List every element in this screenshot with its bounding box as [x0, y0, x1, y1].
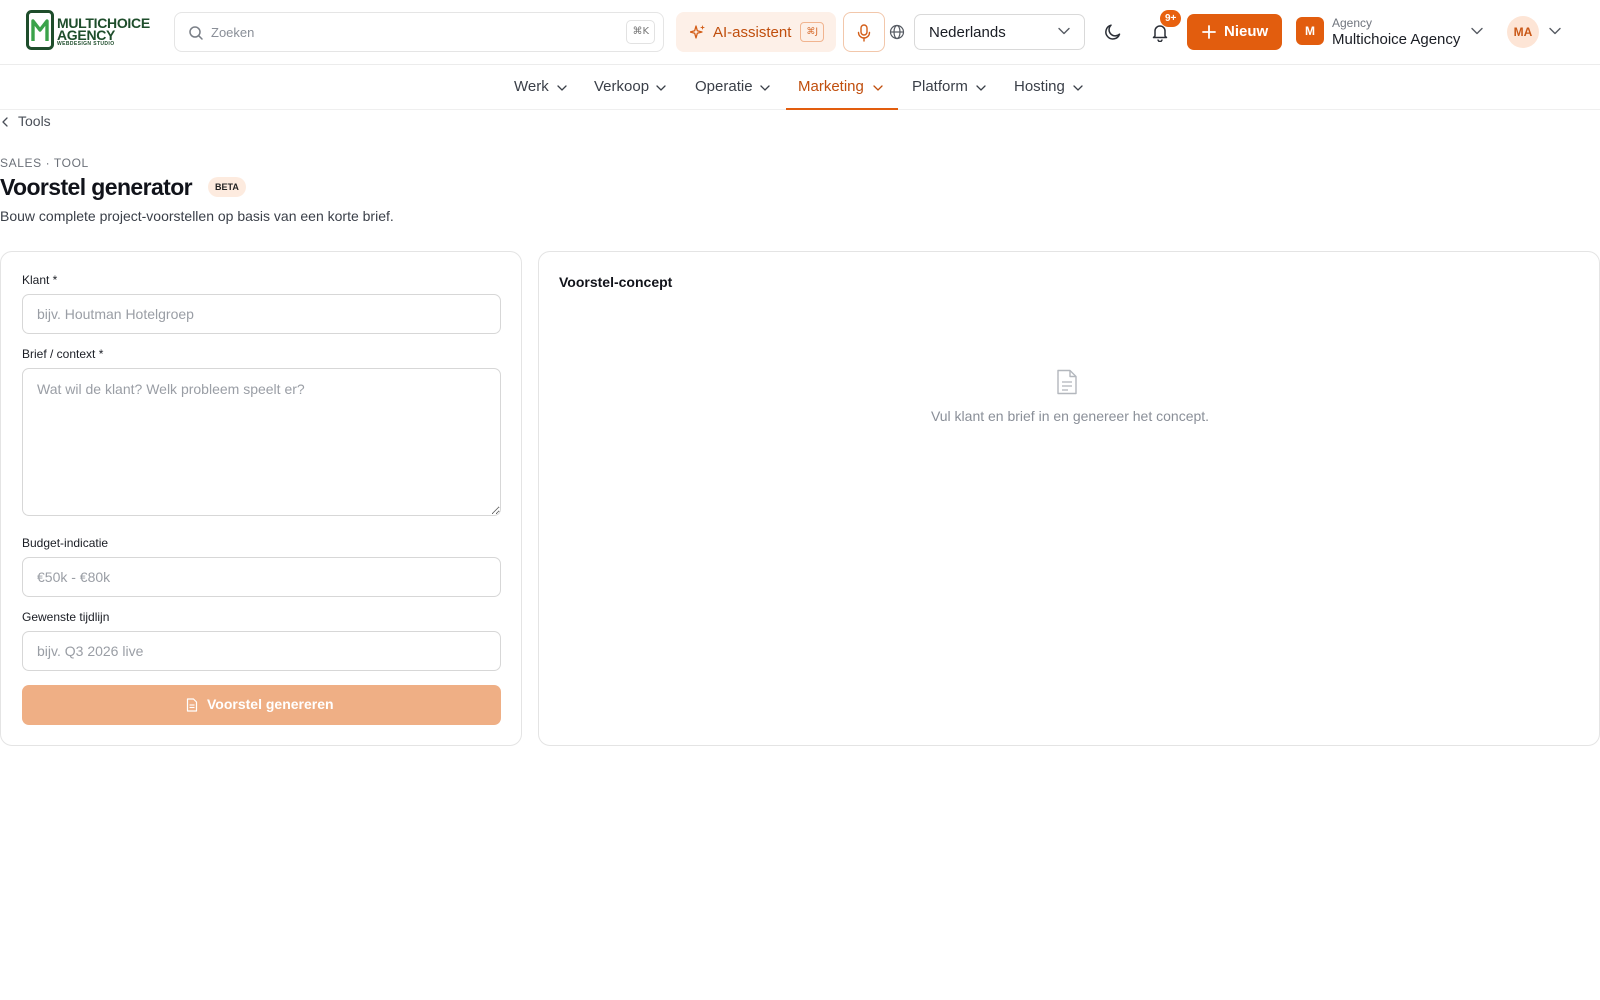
- microphone-icon: [857, 24, 871, 42]
- brand-line-3: WEBDESIGN STUDIO: [57, 41, 115, 47]
- nav-item-marketing[interactable]: Marketing: [786, 65, 898, 110]
- empty-state-message: Vul klant en brief in en genereer het co…: [930, 408, 1210, 424]
- brand-logo[interactable]: MULTICHOICE AGENCY WEBDESIGN STUDIO: [26, 10, 158, 52]
- ai-assistant-button[interactable]: AI-assistent ⌘J: [676, 12, 836, 52]
- chevron-down-icon: [1471, 27, 1483, 35]
- nav-item-verkoop[interactable]: Verkoop: [582, 65, 674, 110]
- sparkles-icon: [690, 25, 705, 39]
- nav-item-hosting[interactable]: Hosting: [1002, 65, 1094, 110]
- nav-item-label: Operatie: [695, 78, 753, 95]
- ai-assistant-shortcut: ⌘J: [800, 22, 824, 42]
- agency-switcher[interactable]: M Agency Multichoice Agency: [1296, 14, 1496, 52]
- generate-proposal-button[interactable]: Voorstel genereren: [22, 685, 501, 725]
- logo-mark-icon: [26, 10, 54, 50]
- agency-avatar: M: [1296, 17, 1324, 45]
- moon-icon: [1105, 24, 1121, 40]
- nav-item-label: Platform: [912, 78, 968, 95]
- chevron-down-icon: [873, 85, 883, 91]
- nav-item-label: Werk: [514, 78, 549, 95]
- chevron-down-icon: [1058, 27, 1070, 35]
- nav-item-operatie[interactable]: Operatie: [683, 65, 778, 110]
- global-search[interactable]: ⌘K: [174, 12, 664, 52]
- chevron-down-icon[interactable]: [1549, 27, 1561, 35]
- ai-assistant-label: AI-assistent: [713, 24, 792, 41]
- new-item-label: Nieuw: [1224, 23, 1269, 40]
- chevron-left-icon: [2, 117, 8, 127]
- proposal-preview-card: Voorstel-concept Vul klant en brief in e…: [538, 251, 1600, 746]
- chevron-down-icon: [1073, 85, 1083, 91]
- top-bar: MULTICHOICE AGENCY WEBDESIGN STUDIO ⌘K A…: [0, 0, 1600, 65]
- notification-count-badge: 9+: [1160, 10, 1182, 27]
- timeline-field-label: Gewenste tijdlijn: [22, 610, 110, 624]
- brand-line-2: AGENCY: [57, 27, 116, 43]
- page-eyebrow: SALES · TOOL: [0, 156, 89, 170]
- client-input[interactable]: [22, 294, 501, 334]
- globe-icon: [889, 24, 905, 40]
- agency-type-label: Agency: [1332, 16, 1373, 30]
- voice-input-button[interactable]: [843, 12, 885, 52]
- search-input[interactable]: [211, 13, 611, 51]
- proposal-form-card: Klant * Brief / context * Budget-indicat…: [0, 251, 522, 746]
- page-subtitle: Bouw complete project-voorstellen op bas…: [0, 208, 394, 224]
- brief-textarea[interactable]: [22, 368, 501, 516]
- search-icon: [189, 26, 203, 40]
- theme-toggle-button[interactable]: [1103, 22, 1125, 44]
- search-shortcut: ⌘K: [626, 20, 655, 44]
- page-title: Voorstel generator: [0, 174, 193, 200]
- nav-item-werk[interactable]: Werk: [502, 65, 580, 110]
- client-field-label: Klant *: [22, 273, 58, 287]
- budget-field-label: Budget-indicatie: [22, 536, 109, 550]
- chevron-down-icon: [656, 85, 666, 91]
- agency-name: Multichoice Agency: [1332, 31, 1461, 48]
- chevron-down-icon: [557, 85, 567, 91]
- nav-item-platform[interactable]: Platform: [900, 65, 995, 110]
- document-icon: [186, 698, 198, 712]
- main-navigation: Werk Verkoop Operatie Marketing Platform…: [0, 65, 1600, 110]
- chevron-down-icon: [976, 85, 986, 91]
- language-select[interactable]: Nederlands: [914, 14, 1085, 50]
- user-avatar[interactable]: MA: [1507, 16, 1539, 48]
- new-item-button[interactable]: Nieuw: [1187, 14, 1282, 50]
- nav-item-label: Verkoop: [594, 78, 650, 95]
- breadcrumb-label: Tools: [18, 113, 51, 129]
- timeline-input[interactable]: [22, 631, 501, 671]
- brief-field-label: Brief / context *: [22, 347, 104, 361]
- nav-item-label: Hosting: [1014, 78, 1065, 95]
- beta-badge: BETA: [208, 177, 246, 197]
- budget-input[interactable]: [22, 557, 501, 597]
- plus-icon: [1202, 25, 1216, 39]
- document-icon: [1057, 369, 1077, 395]
- preview-title: Voorstel-concept: [559, 274, 673, 290]
- generate-proposal-label: Voorstel genereren: [207, 696, 334, 712]
- language-select-value: Nederlands: [929, 24, 1006, 41]
- chevron-down-icon: [760, 85, 770, 91]
- nav-item-label: Marketing: [798, 78, 864, 95]
